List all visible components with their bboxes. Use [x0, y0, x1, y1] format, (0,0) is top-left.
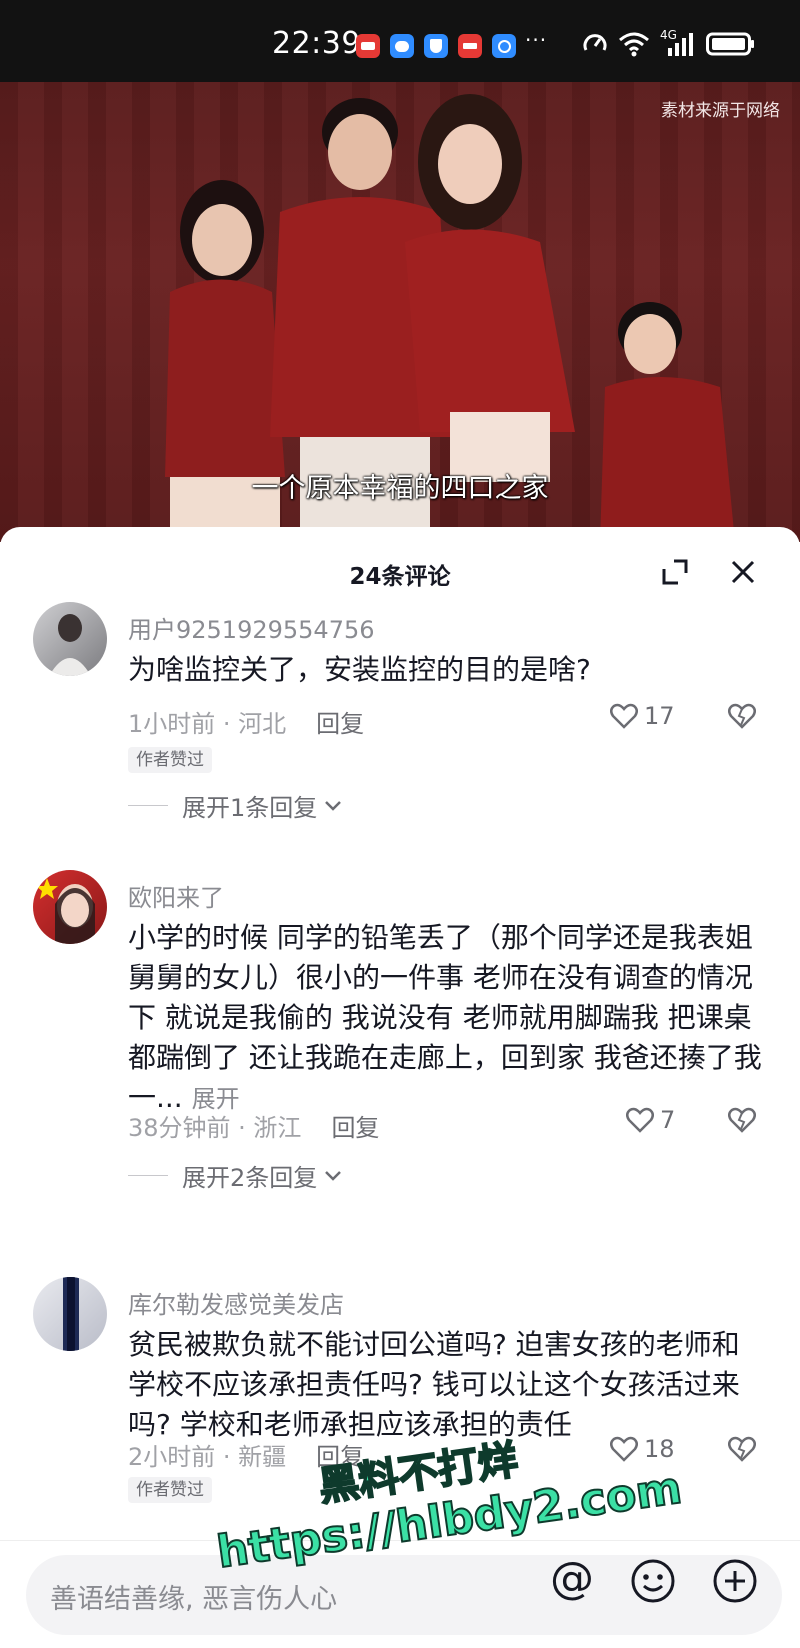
heart-icon [610, 703, 638, 729]
reply-button[interactable]: 回复 [316, 710, 364, 738]
dislike-icon[interactable] [728, 1436, 756, 1462]
like-button[interactable]: 7 [626, 1106, 675, 1134]
emoji-icon[interactable] [630, 1558, 676, 1604]
network-type: 4G [660, 28, 677, 42]
expand-replies-label: 展开2条回复 [182, 1164, 318, 1192]
reply-button[interactable]: 回复 [316, 1443, 364, 1471]
status-bar: 22:39 ··· 4G [0, 0, 800, 82]
comments-panel: 24条评论 用户9251929554756 为啥监控关了，安装监控的目的是啥? … [0, 527, 800, 1648]
comment-time-location: 38分钟前 · 浙江 [128, 1114, 302, 1142]
message-app-icon [390, 34, 414, 58]
notification-icons [356, 34, 516, 58]
dislike-icon[interactable] [728, 1107, 756, 1133]
like-count: 7 [660, 1106, 676, 1134]
speed-icon [583, 34, 607, 51]
wifi-icon [619, 32, 649, 57]
status-time: 22:39 [272, 26, 361, 61]
heart-icon [626, 1107, 654, 1133]
dislike-icon[interactable] [728, 703, 756, 729]
signal-icon: 4G [660, 28, 696, 58]
comment-meta: 1小时前 · 河北 回复 [128, 704, 364, 739]
expand-replies-button[interactable]: 展开2条回复 [128, 1158, 343, 1193]
comment-username[interactable]: 用户9251929554756 [128, 610, 375, 645]
comment-text[interactable]: 小学的时候 同学的铅笔丢了（那个同学还是我表姐 舅舅的女儿）很小的一件事 老师在… [128, 918, 763, 1119]
like-button[interactable]: 18 [610, 1435, 675, 1463]
avatar[interactable] [33, 602, 107, 676]
author-liked-badge: 作者赞过 [128, 747, 212, 773]
comment-input-bar: 善语结善缘, 恶言伤人心 @ [0, 1540, 800, 1648]
like-count: 18 [644, 1435, 675, 1463]
browser-app-icon [492, 34, 516, 58]
avatar[interactable] [33, 1277, 107, 1351]
comment-username[interactable]: 欧阳来了 [128, 878, 224, 913]
like-count: 17 [644, 702, 675, 730]
more-notifications: ··· [525, 28, 548, 52]
comment-text[interactable]: 贫民被欺负就不能讨回公道吗? 迫害女孩的老师和学校不应该承担责任吗? 钱可以让这… [128, 1325, 753, 1445]
comment-time-location: 2小时前 · 新疆 [128, 1443, 287, 1471]
shopping-app-icon [356, 34, 380, 58]
comment-text[interactable]: 为啥监控关了，安装监控的目的是啥? [128, 650, 758, 690]
close-icon[interactable] [728, 557, 758, 587]
comment-time-location: 1小时前 · 河北 [128, 710, 287, 738]
chevron-down-icon [325, 800, 342, 811]
like-button[interactable]: 17 [610, 702, 675, 730]
reply-button[interactable]: 回复 [331, 1114, 379, 1142]
plus-icon[interactable] [712, 1558, 758, 1604]
author-liked-badge: 作者赞过 [128, 1477, 212, 1503]
expand-replies-label: 展开1条回复 [182, 794, 318, 822]
divider [128, 1175, 168, 1176]
heart-icon [610, 1436, 638, 1462]
avatar[interactable] [33, 870, 107, 944]
video-caption: 一个原本幸福的四口之家 [251, 473, 549, 504]
battery-icon [706, 32, 754, 56]
comment-meta: 38分钟前 · 浙江 回复 [128, 1108, 379, 1143]
video-player[interactable]: 素材来源于网络 一个原本幸福的四口之家 [0, 82, 800, 542]
system-icons: 4G [582, 28, 756, 58]
fullscreen-icon[interactable] [660, 557, 690, 587]
comment-input-placeholder: 善语结善缘, 恶言伤人心 [50, 1584, 338, 1615]
shield-app-icon [424, 34, 448, 58]
source-note: 素材来源于网络 [661, 101, 780, 121]
comment-username[interactable]: 库尔勒发感觉美发店 [128, 1285, 344, 1320]
comment-meta: 2小时前 · 新疆 回复 [128, 1437, 364, 1472]
divider [128, 805, 168, 806]
store-app-icon [458, 34, 482, 58]
expand-replies-button[interactable]: 展开1条回复 [128, 788, 343, 823]
chevron-down-icon [325, 1170, 342, 1181]
mention-icon[interactable]: @ [550, 1553, 594, 1604]
